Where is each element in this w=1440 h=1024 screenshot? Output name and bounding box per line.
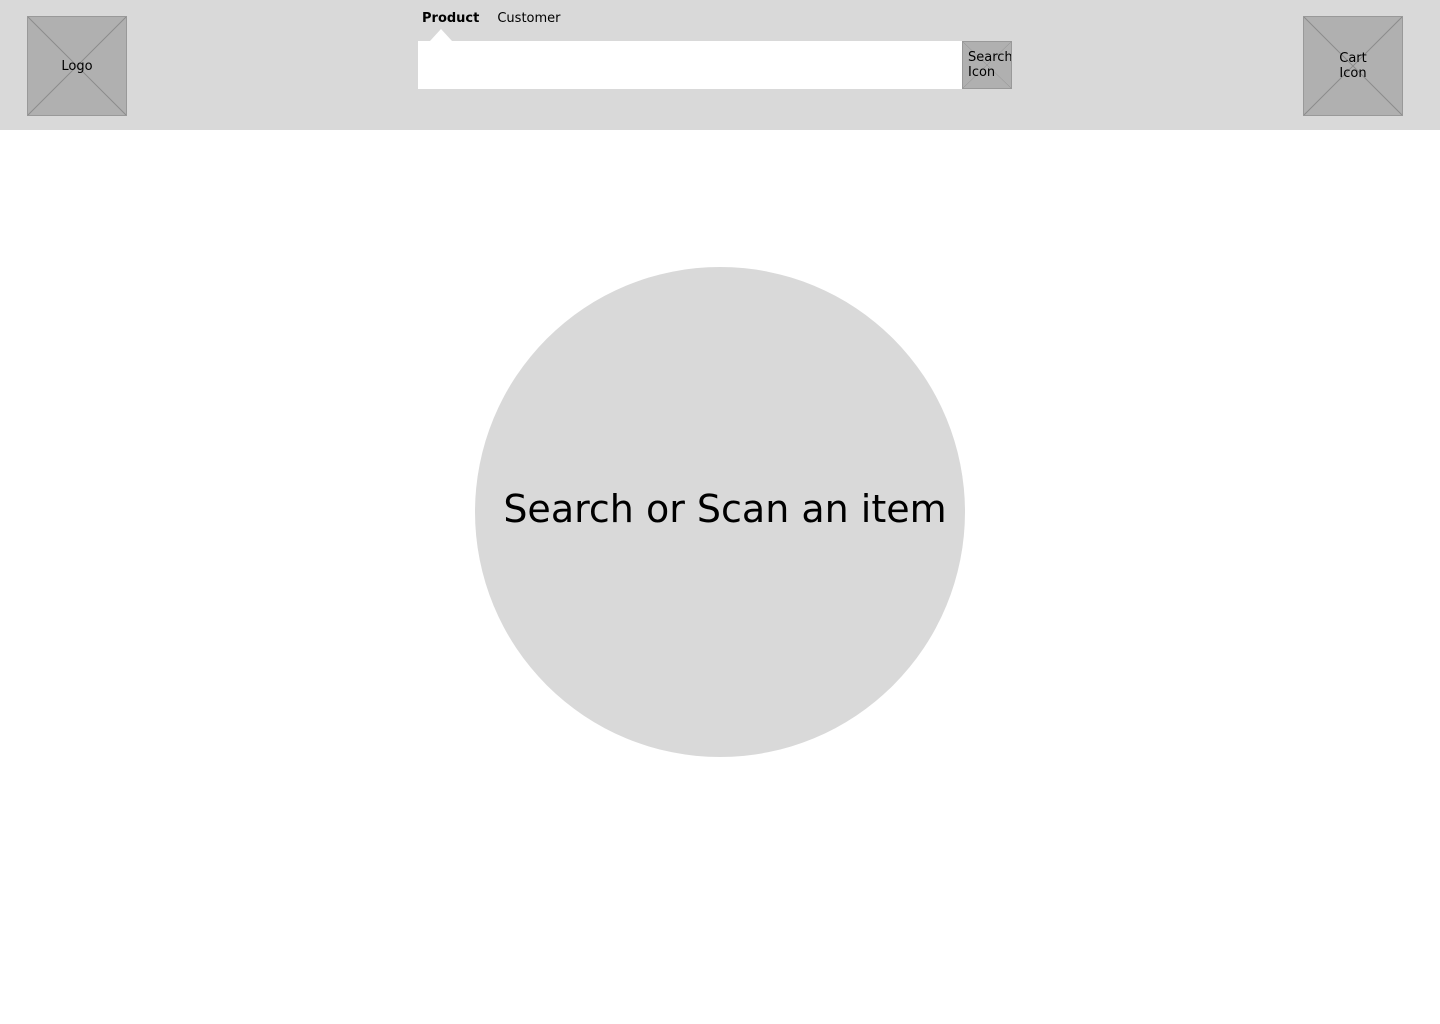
search-mode-tabs: Product Customer (422, 11, 561, 27)
search-or-scan-area[interactable] (475, 267, 965, 757)
tab-product[interactable]: Product (422, 11, 479, 27)
logo-icon[interactable]: Logo (27, 16, 127, 116)
search-button[interactable]: Search Icon (962, 41, 1012, 89)
logo-label: Logo (61, 58, 93, 74)
cart-label: Cart Icon (1339, 51, 1367, 81)
top-header: Logo Product Customer Search Icon Cart I… (0, 0, 1440, 130)
cart-button[interactable]: Cart Icon (1303, 16, 1403, 116)
tab-customer[interactable]: Customer (497, 11, 560, 27)
active-tab-pointer (430, 29, 452, 41)
search-button-label: Search Icon (968, 50, 1012, 80)
search-input[interactable] (418, 41, 962, 89)
